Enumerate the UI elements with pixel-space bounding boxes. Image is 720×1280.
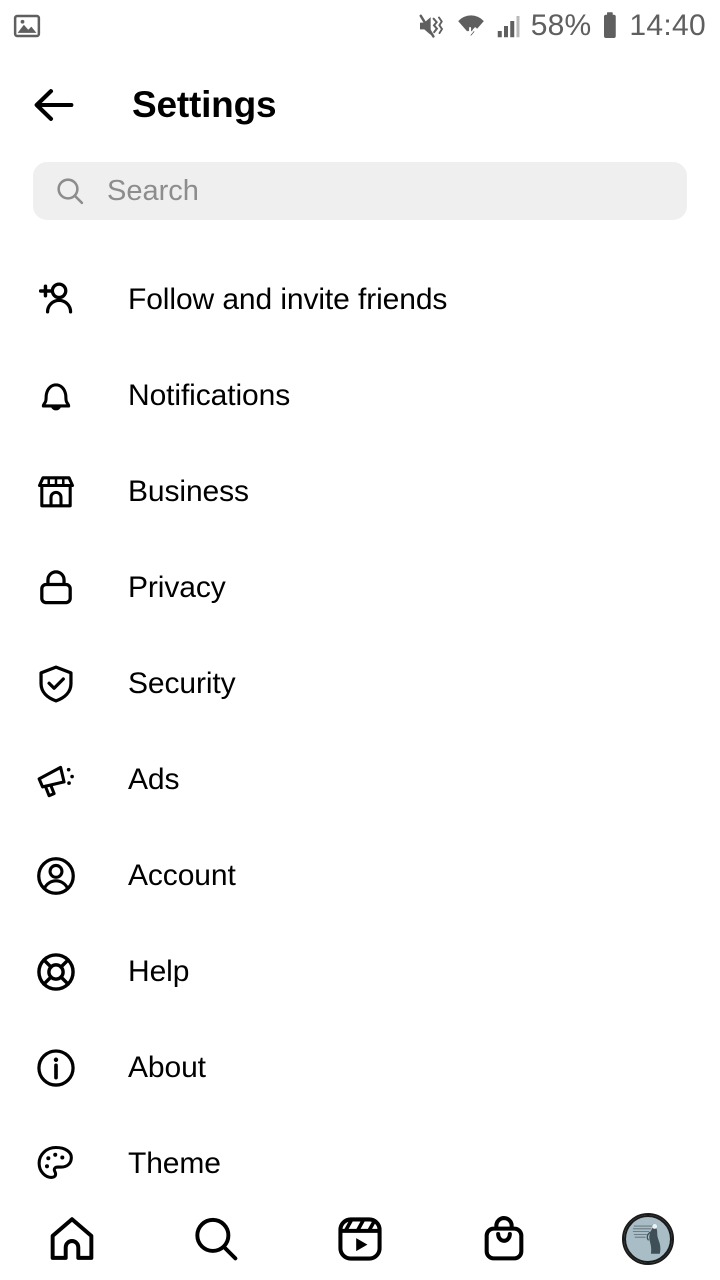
settings-row-label: Theme bbox=[128, 1147, 221, 1180]
shield-check-icon bbox=[33, 661, 79, 707]
settings-row-label: Help bbox=[128, 955, 190, 988]
settings-row-label: Follow and invite friends bbox=[128, 283, 448, 316]
settings-row-ads[interactable]: Ads bbox=[0, 732, 720, 828]
settings-row-privacy[interactable]: Privacy bbox=[0, 540, 720, 636]
lock-icon bbox=[33, 565, 79, 611]
settings-row-label: Ads bbox=[128, 763, 180, 796]
megaphone-icon bbox=[33, 757, 79, 803]
search-container: Search bbox=[33, 162, 687, 220]
settings-row-label: Business bbox=[128, 475, 249, 508]
info-circle-icon bbox=[33, 1045, 79, 1091]
phone-screen: 58% 14:40 Settings Search Follow and inv… bbox=[0, 0, 720, 1280]
settings-row-notifications[interactable]: Notifications bbox=[0, 348, 720, 444]
shopping-bag-icon bbox=[477, 1212, 531, 1266]
back-arrow-icon bbox=[28, 79, 80, 131]
nav-shop[interactable] bbox=[432, 1198, 576, 1280]
cellular-signal-icon bbox=[494, 11, 524, 41]
settings-row-label: Notifications bbox=[128, 379, 291, 412]
nav-profile[interactable] bbox=[576, 1198, 720, 1280]
settings-row-security[interactable]: Security bbox=[0, 636, 720, 732]
settings-row-label: About bbox=[128, 1051, 206, 1084]
clock-label: 14:40 bbox=[629, 9, 706, 42]
settings-row-account[interactable]: Account bbox=[0, 828, 720, 924]
settings-row-label: Account bbox=[128, 859, 236, 892]
life-ring-icon bbox=[33, 949, 79, 995]
nav-reels[interactable] bbox=[288, 1198, 432, 1280]
settings-list: Follow and invite friends Notifications bbox=[0, 252, 720, 1198]
profile-avatar bbox=[622, 1213, 674, 1265]
settings-row-theme[interactable]: Theme bbox=[0, 1116, 720, 1198]
storefront-icon bbox=[33, 469, 79, 515]
app-header: Settings bbox=[0, 52, 720, 157]
settings-row-about[interactable]: About bbox=[0, 1020, 720, 1116]
search-icon bbox=[189, 1212, 243, 1266]
settings-row-help[interactable]: Help bbox=[0, 924, 720, 1020]
wifi-data-icon bbox=[455, 10, 487, 42]
nav-search[interactable] bbox=[144, 1198, 288, 1280]
nav-home[interactable] bbox=[0, 1198, 144, 1280]
search-placeholder: Search bbox=[107, 174, 199, 207]
bottom-navigation-bar bbox=[0, 1198, 720, 1280]
back-button[interactable] bbox=[8, 59, 100, 151]
battery-percent-label: 58% bbox=[530, 9, 592, 42]
account-circle-icon bbox=[33, 853, 79, 899]
status-bar-left bbox=[12, 11, 42, 41]
status-bar: 58% 14:40 bbox=[0, 0, 720, 52]
status-bar-right: 58% 14:40 bbox=[416, 10, 706, 42]
home-icon bbox=[45, 1212, 99, 1266]
settings-row-label: Privacy bbox=[128, 571, 226, 604]
page-title: Settings bbox=[132, 83, 277, 125]
palette-icon bbox=[33, 1141, 79, 1187]
settings-row-business[interactable]: Business bbox=[0, 444, 720, 540]
reels-icon bbox=[333, 1212, 387, 1266]
image-notification-icon bbox=[12, 11, 42, 41]
search-input[interactable]: Search bbox=[33, 162, 687, 220]
battery-icon bbox=[598, 11, 622, 41]
person-add-icon bbox=[33, 277, 79, 323]
settings-row-follow-and-invite-friends[interactable]: Follow and invite friends bbox=[0, 252, 720, 348]
bell-icon bbox=[33, 373, 79, 419]
vibrate-mute-icon bbox=[416, 10, 448, 42]
search-icon bbox=[53, 174, 87, 208]
settings-row-label: Security bbox=[128, 667, 236, 700]
